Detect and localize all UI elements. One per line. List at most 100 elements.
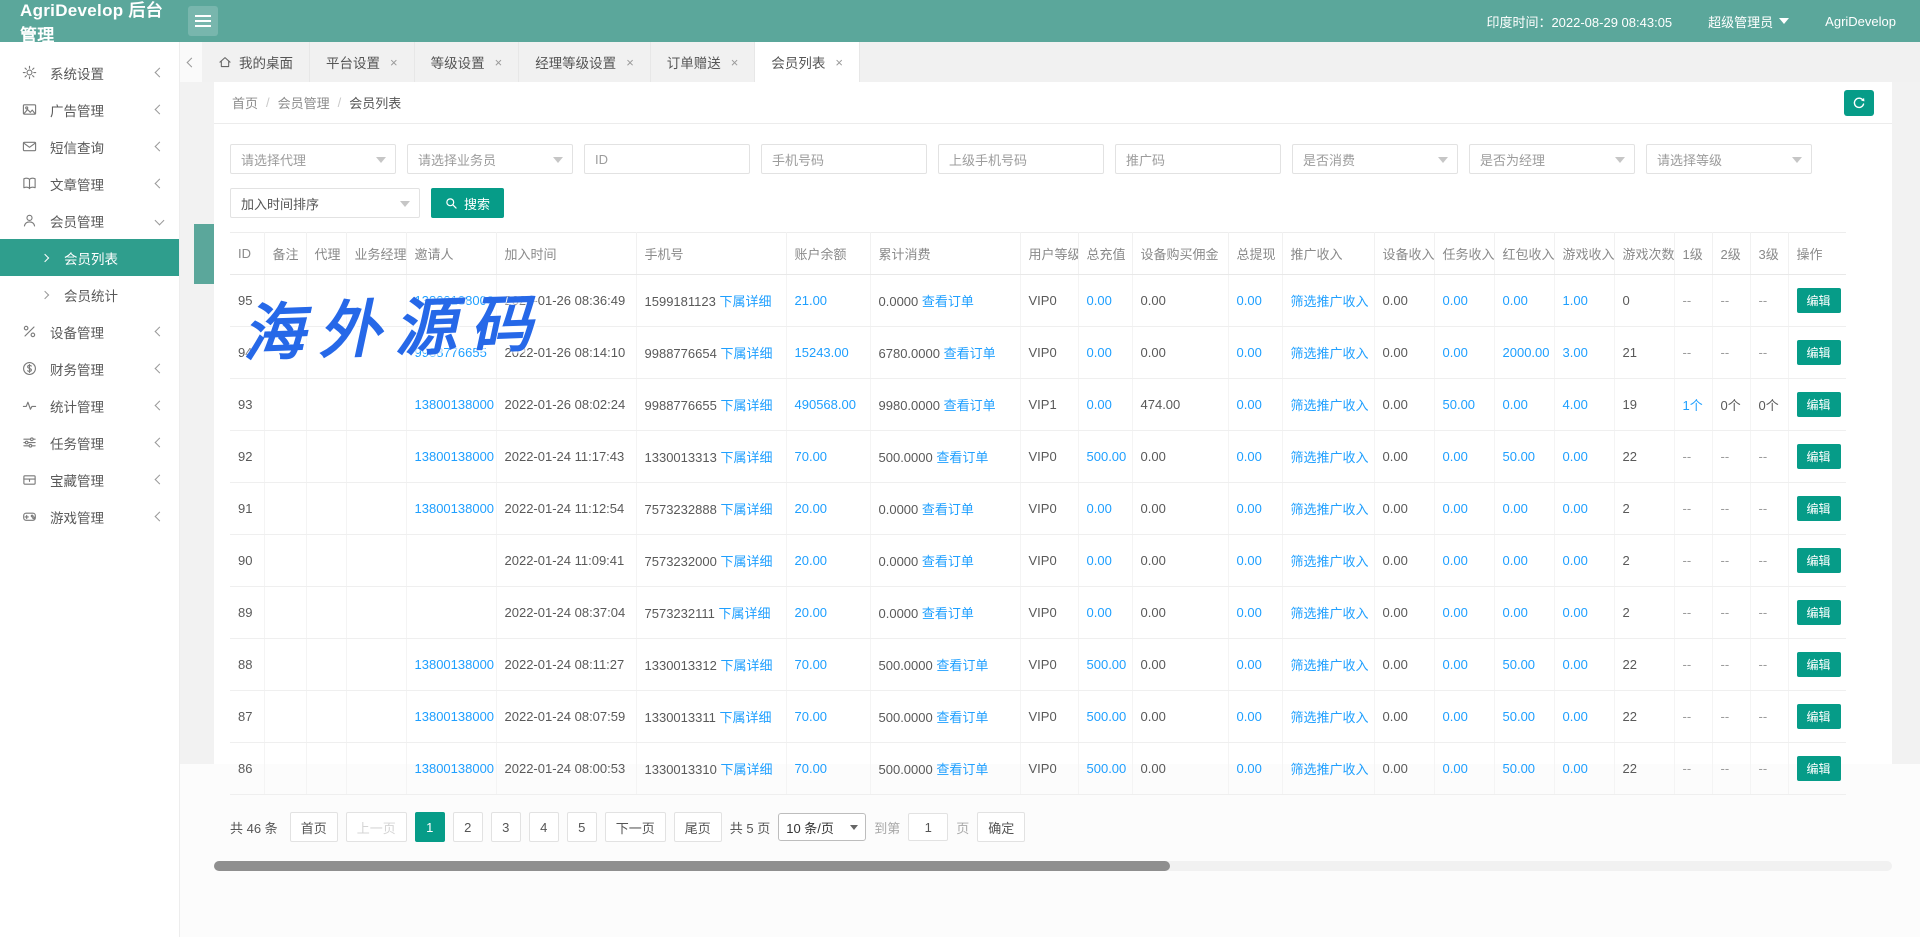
recharge-value[interactable]: 500.00 <box>1087 761 1127 776</box>
balance-value[interactable]: 70.00 <box>795 449 828 464</box>
game-income-value[interactable]: 0.00 <box>1563 501 1588 516</box>
withdraw-value[interactable]: 0.00 <box>1237 709 1262 724</box>
balance-value[interactable]: 20.00 <box>795 501 828 516</box>
inviter-link[interactable]: 13800138000 <box>415 293 495 308</box>
filter-select[interactable]: 是否为经理 <box>1469 144 1635 174</box>
sub-detail-link[interactable]: 下属详细 <box>719 606 771 621</box>
balance-value[interactable]: 70.00 <box>795 761 828 776</box>
balance-value[interactable]: 70.00 <box>795 709 828 724</box>
sub-detail-link[interactable]: 下属详细 <box>719 710 771 725</box>
promo-filter-link[interactable]: 筛选推广收入 <box>1291 606 1369 621</box>
sidebar-item[interactable]: 统计管理 <box>0 387 179 424</box>
withdraw-value[interactable]: 0.00 <box>1237 761 1262 776</box>
game-income-value[interactable]: 0.00 <box>1563 449 1588 464</box>
sidebar-subitem[interactable]: 会员统计 <box>0 276 179 313</box>
view-order-link[interactable]: 查看订单 <box>936 762 988 777</box>
goto-confirm-button[interactable]: 确定 <box>977 812 1025 842</box>
sub-detail-link[interactable]: 下属详细 <box>720 502 772 517</box>
edit-button[interactable]: 编辑 <box>1797 392 1841 417</box>
balance-value[interactable]: 20.00 <box>795 553 828 568</box>
sidebar-subitem[interactable]: 会员列表 <box>0 239 179 276</box>
game-income-value[interactable]: 0.00 <box>1563 761 1588 776</box>
task-income-value[interactable]: 0.00 <box>1443 449 1468 464</box>
view-order-link[interactable]: 查看订单 <box>922 606 974 621</box>
pagination-last-button[interactable]: 尾页 <box>674 812 722 842</box>
balance-value[interactable]: 20.00 <box>795 605 828 620</box>
red-packet-value[interactable]: 0.00 <box>1503 397 1528 412</box>
task-income-value[interactable]: 0.00 <box>1443 501 1468 516</box>
edit-button[interactable]: 编辑 <box>1797 704 1841 729</box>
search-button[interactable]: 搜索 <box>431 188 504 218</box>
sub-detail-link[interactable]: 下属详细 <box>720 554 772 569</box>
tab-item[interactable]: 我的桌面 <box>202 42 310 82</box>
inviter-link[interactable]: 13800138000 <box>415 397 495 412</box>
red-packet-value[interactable]: 0.00 <box>1503 605 1528 620</box>
view-order-link[interactable]: 查看订单 <box>936 450 988 465</box>
inviter-link[interactable]: 13800138000 <box>415 449 495 464</box>
task-income-value[interactable]: 50.00 <box>1443 397 1476 412</box>
tab-close-icon[interactable]: × <box>731 55 739 70</box>
breadcrumb-section[interactable]: 会员管理 <box>278 93 330 112</box>
filter-input[interactable]: 推广码 <box>1115 144 1281 174</box>
promo-filter-link[interactable]: 筛选推广收入 <box>1291 346 1369 361</box>
view-order-link[interactable]: 查看订单 <box>936 710 988 725</box>
withdraw-value[interactable]: 0.00 <box>1237 605 1262 620</box>
tab-item[interactable]: 等级设置× <box>415 42 520 82</box>
game-income-value[interactable]: 4.00 <box>1563 397 1588 412</box>
sub-detail-link[interactable]: 下属详细 <box>720 658 772 673</box>
task-income-value[interactable]: 0.00 <box>1443 345 1468 360</box>
inviter-link[interactable]: 9988776655 <box>415 345 487 360</box>
goto-page-input[interactable] <box>908 813 948 841</box>
view-order-link[interactable]: 查看订单 <box>944 346 996 361</box>
promo-filter-link[interactable]: 筛选推广收入 <box>1291 294 1369 309</box>
task-income-value[interactable]: 0.00 <box>1443 761 1468 776</box>
tab-close-icon[interactable]: × <box>835 55 843 70</box>
withdraw-value[interactable]: 0.00 <box>1237 345 1262 360</box>
tab-scroll-left-button[interactable] <box>180 42 202 82</box>
pagination-page-button[interactable]: 1 <box>415 812 445 842</box>
sidebar-item[interactable]: 宝藏管理 <box>0 461 179 498</box>
red-packet-value[interactable]: 2000.00 <box>1503 345 1550 360</box>
red-packet-value[interactable]: 50.00 <box>1503 449 1536 464</box>
inviter-link[interactable]: 13800138000 <box>415 657 495 672</box>
edit-button[interactable]: 编辑 <box>1797 288 1841 313</box>
edit-button[interactable]: 编辑 <box>1797 548 1841 573</box>
tab-item[interactable]: 会员列表× <box>755 42 860 82</box>
red-packet-value[interactable]: 0.00 <box>1503 293 1528 308</box>
balance-value[interactable]: 15243.00 <box>795 345 849 360</box>
sort-select[interactable]: 加入时间排序 <box>230 188 420 218</box>
sidebar-item[interactable]: 广告管理 <box>0 91 179 128</box>
game-income-value[interactable]: 3.00 <box>1563 345 1588 360</box>
pagination-page-button[interactable]: 3 <box>491 812 521 842</box>
withdraw-value[interactable]: 0.00 <box>1237 501 1262 516</box>
tab-item[interactable]: 订单赠送× <box>651 42 756 82</box>
task-income-value[interactable]: 0.00 <box>1443 293 1468 308</box>
balance-value[interactable]: 70.00 <box>795 657 828 672</box>
game-income-value[interactable]: 0.00 <box>1563 709 1588 724</box>
red-packet-value[interactable]: 50.00 <box>1503 657 1536 672</box>
tab-close-icon[interactable]: × <box>390 55 398 70</box>
filter-input[interactable]: ID <box>584 144 750 174</box>
breadcrumb-home[interactable]: 首页 <box>232 93 258 112</box>
pagination-prev-button[interactable]: 上一页 <box>346 812 407 842</box>
edit-button[interactable]: 编辑 <box>1797 496 1841 521</box>
promo-filter-link[interactable]: 筛选推广收入 <box>1291 398 1369 413</box>
recharge-value[interactable]: 0.00 <box>1087 293 1112 308</box>
recharge-value[interactable]: 0.00 <box>1087 397 1112 412</box>
sidebar-item[interactable]: 游戏管理 <box>0 498 179 535</box>
sidebar-item[interactable]: 短信查询 <box>0 128 179 165</box>
red-packet-value[interactable]: 0.00 <box>1503 501 1528 516</box>
sidebar-item[interactable]: 财务管理 <box>0 350 179 387</box>
view-order-link[interactable]: 查看订单 <box>922 294 974 309</box>
per-page-select[interactable]: 10 条/页 <box>778 813 866 841</box>
sidebar-item[interactable]: 文章管理 <box>0 165 179 202</box>
tab-close-icon[interactable]: × <box>495 55 503 70</box>
sidebar-item[interactable]: 设备管理 <box>0 313 179 350</box>
pagination-page-button[interactable]: 4 <box>529 812 559 842</box>
withdraw-value[interactable]: 0.00 <box>1237 397 1262 412</box>
promo-filter-link[interactable]: 筛选推广收入 <box>1291 762 1369 777</box>
promo-filter-link[interactable]: 筛选推广收入 <box>1291 710 1369 725</box>
withdraw-value[interactable]: 0.00 <box>1237 293 1262 308</box>
pagination-first-button[interactable]: 首页 <box>290 812 338 842</box>
filter-input[interactable]: 手机号码 <box>761 144 927 174</box>
